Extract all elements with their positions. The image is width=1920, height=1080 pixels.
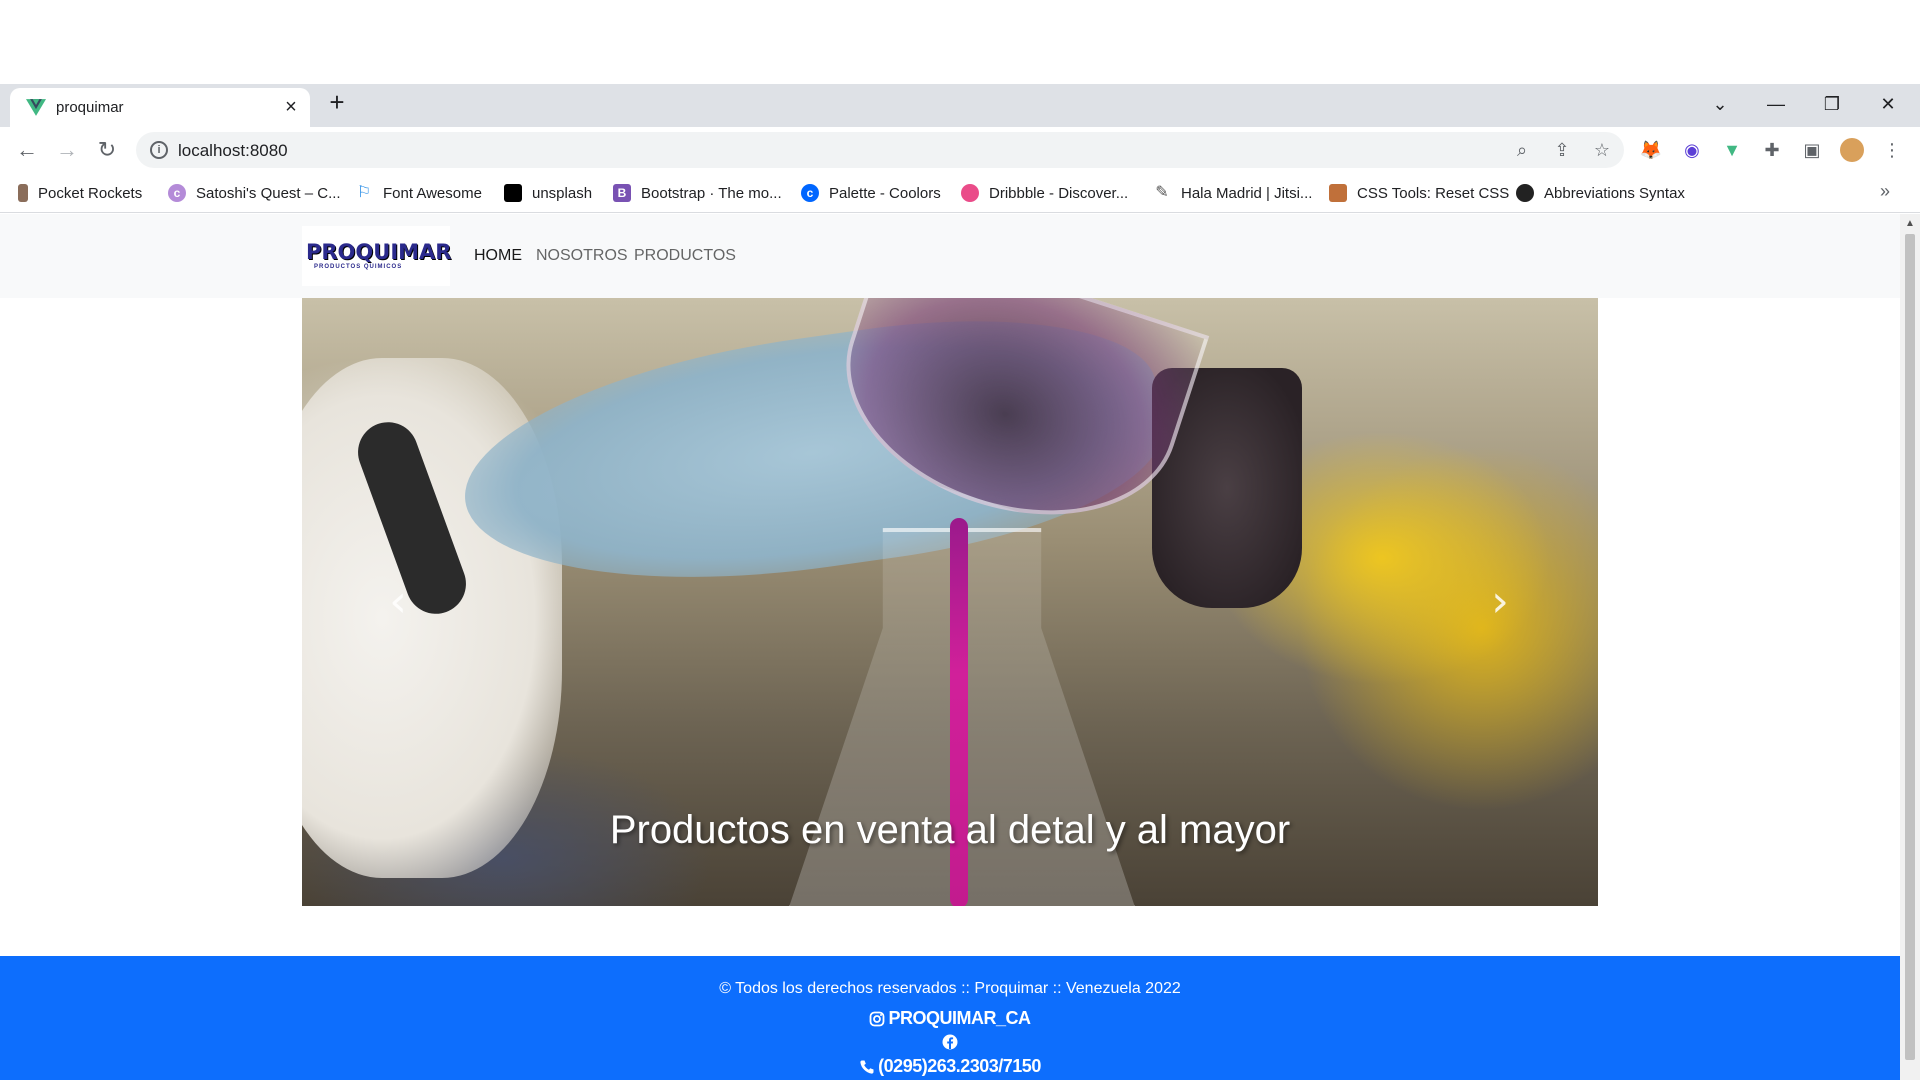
minimize-button[interactable]: —	[1748, 84, 1804, 124]
vue-devtools-icon[interactable]: ▼	[1720, 138, 1744, 162]
site-navbar: PROQUIMAR PRODUCTOS QUIMICOS HOME NOSOTR…	[0, 214, 1900, 298]
browser-toolbar: ← → ↻ i localhost:8080 ⌕ ⇪ ☆ 🦊 ◉ ▼ ✚ ▣ ⋮	[0, 127, 1920, 173]
bookmark-item[interactable]: Pocket Rockets	[18, 181, 142, 205]
vue-icon	[26, 99, 46, 116]
side-panel-icon[interactable]: ▣	[1800, 138, 1824, 162]
scroll-up-arrow-icon[interactable]: ▲	[1905, 218, 1915, 229]
phone-link[interactable]: (0295)263.2303/7150	[0, 1056, 1900, 1077]
facebook-link[interactable]	[0, 1034, 1900, 1050]
flag-icon: ⚐	[356, 184, 372, 201]
facebook-icon	[942, 1034, 958, 1050]
bookmark-label: Hala Madrid | Jitsi...	[1181, 184, 1313, 202]
bookmark-item[interactable]: c Satoshi's Quest – C...	[168, 181, 341, 205]
bookmark-label: unsplash	[532, 184, 593, 202]
phone-number: (0295)263.2303/7150	[878, 1056, 1041, 1076]
kebab-menu-icon[interactable]: ⋮	[1880, 138, 1904, 162]
copyright-text: © Todos los derechos reservados :: Proqu…	[719, 980, 1181, 997]
tab-strip: proquimar × + ⌄ — ❐ ✕	[0, 84, 1920, 127]
profile-avatar[interactable]	[1840, 138, 1864, 162]
zoom-icon[interactable]: ⌕	[1510, 138, 1534, 162]
more-bookmarks-icon[interactable]: »	[1880, 181, 1890, 202]
carousel-next-button[interactable]: ›	[1480, 572, 1520, 632]
bookmark-item[interactable]: ✎ Hala Madrid | Jitsi...	[1153, 181, 1312, 205]
logo-tagline: PRODUCTOS QUIMICOS	[314, 264, 403, 270]
forward-button[interactable]: →	[53, 136, 81, 164]
nav-nosotros[interactable]: NOSOTROS	[536, 247, 628, 265]
instagram-handle: PROQUIMAR_CA	[888, 1008, 1031, 1028]
bookmark-label: Satoshi's Quest – C...	[196, 184, 341, 202]
metamask-icon[interactable]: 🦊	[1639, 138, 1663, 162]
site-footer: © Todos los derechos reservados :: Proqu…	[0, 956, 1900, 1080]
page-viewport: PROQUIMAR PRODUCTOS QUIMICOS HOME NOSOTR…	[0, 214, 1900, 1080]
close-tab-icon[interactable]: ×	[280, 96, 302, 118]
extension-circle-icon[interactable]: ◉	[1680, 138, 1704, 162]
bookmark-label: CSS Tools: Reset CSS	[1357, 184, 1510, 202]
nav-productos[interactable]: PRODUCTOS	[634, 247, 736, 265]
reload-button[interactable]: ↻	[93, 136, 121, 164]
hero-carousel: ‹ › Productos en venta al detal y al may…	[302, 298, 1598, 906]
bootstrap-icon: B	[613, 184, 631, 202]
instagram-link[interactable]: PROQUIMAR_CA	[0, 1008, 1900, 1029]
site-info-icon[interactable]: i	[150, 141, 168, 159]
back-button[interactable]: ←	[13, 136, 41, 164]
satoshi-icon: c	[168, 184, 186, 202]
bookmark-item[interactable]: CSS Tools: Reset CSS	[1329, 181, 1509, 205]
rocket-icon	[18, 184, 28, 202]
share-icon[interactable]: ⇪	[1550, 138, 1574, 162]
close-window-button[interactable]: ✕	[1860, 84, 1916, 124]
new-tab-button[interactable]: +	[323, 88, 351, 116]
bookmark-item[interactable]: ⚐ Font Awesome	[355, 181, 482, 205]
url-text[interactable]: localhost:8080	[178, 141, 288, 161]
tab-search-button[interactable]: ⌄	[1692, 84, 1748, 124]
bookmark-star-icon[interactable]: ☆	[1590, 138, 1614, 162]
bookmark-label: Pocket Rockets	[38, 184, 143, 202]
bookmark-label: Bootstrap · The mo...	[641, 184, 782, 202]
bookmark-label: Abbreviations Syntax	[1544, 184, 1685, 202]
restore-button[interactable]: ❐	[1804, 84, 1860, 124]
coolors-icon: c	[801, 184, 819, 202]
bookmarks-bar: Pocket Rockets c Satoshi's Quest – C... …	[0, 173, 1920, 213]
proquimar-logo[interactable]: PROQUIMAR PRODUCTOS QUIMICOS	[302, 226, 452, 286]
emmet-icon	[1516, 184, 1534, 202]
screen-top-blank	[0, 0, 1920, 84]
unsplash-icon	[504, 184, 522, 202]
scrollbar-thumb[interactable]	[1905, 234, 1915, 1060]
bookmark-item[interactable]: B Bootstrap · The mo...	[613, 181, 782, 205]
css-tools-icon	[1329, 184, 1347, 202]
carousel-caption: Productos en venta al detal y al mayor	[609, 808, 1291, 852]
bookmark-item[interactable]: c Palette - Coolors	[801, 181, 941, 205]
address-bar[interactable]: i localhost:8080 ⌕ ⇪ ☆	[136, 132, 1624, 168]
tab-title: proquimar	[56, 99, 124, 116]
bookmark-item[interactable]: Abbreviations Syntax	[1516, 181, 1685, 205]
carousel-prev-button[interactable]: ‹	[378, 572, 418, 632]
dribbble-icon	[961, 184, 979, 202]
tab-proquimar[interactable]: proquimar ×	[10, 88, 310, 127]
bookmark-label: Palette - Coolors	[829, 184, 941, 202]
phone-icon	[860, 1060, 874, 1074]
bookmark-label: Dribbble - Discover...	[989, 184, 1129, 202]
nav-home[interactable]: HOME	[474, 247, 522, 265]
instagram-icon	[870, 1011, 885, 1026]
bookmark-item[interactable]: Dribbble - Discover...	[961, 181, 1128, 205]
bookmark-label: Font Awesome	[383, 184, 482, 202]
feather-icon: ✎	[1155, 184, 1169, 201]
logo-name: PROQUIMAR	[306, 240, 452, 264]
bookmark-item[interactable]: unsplash	[504, 181, 592, 205]
page-scrollbar[interactable]: ▲	[1900, 214, 1920, 1080]
extensions-puzzle-icon[interactable]: ✚	[1760, 138, 1784, 162]
